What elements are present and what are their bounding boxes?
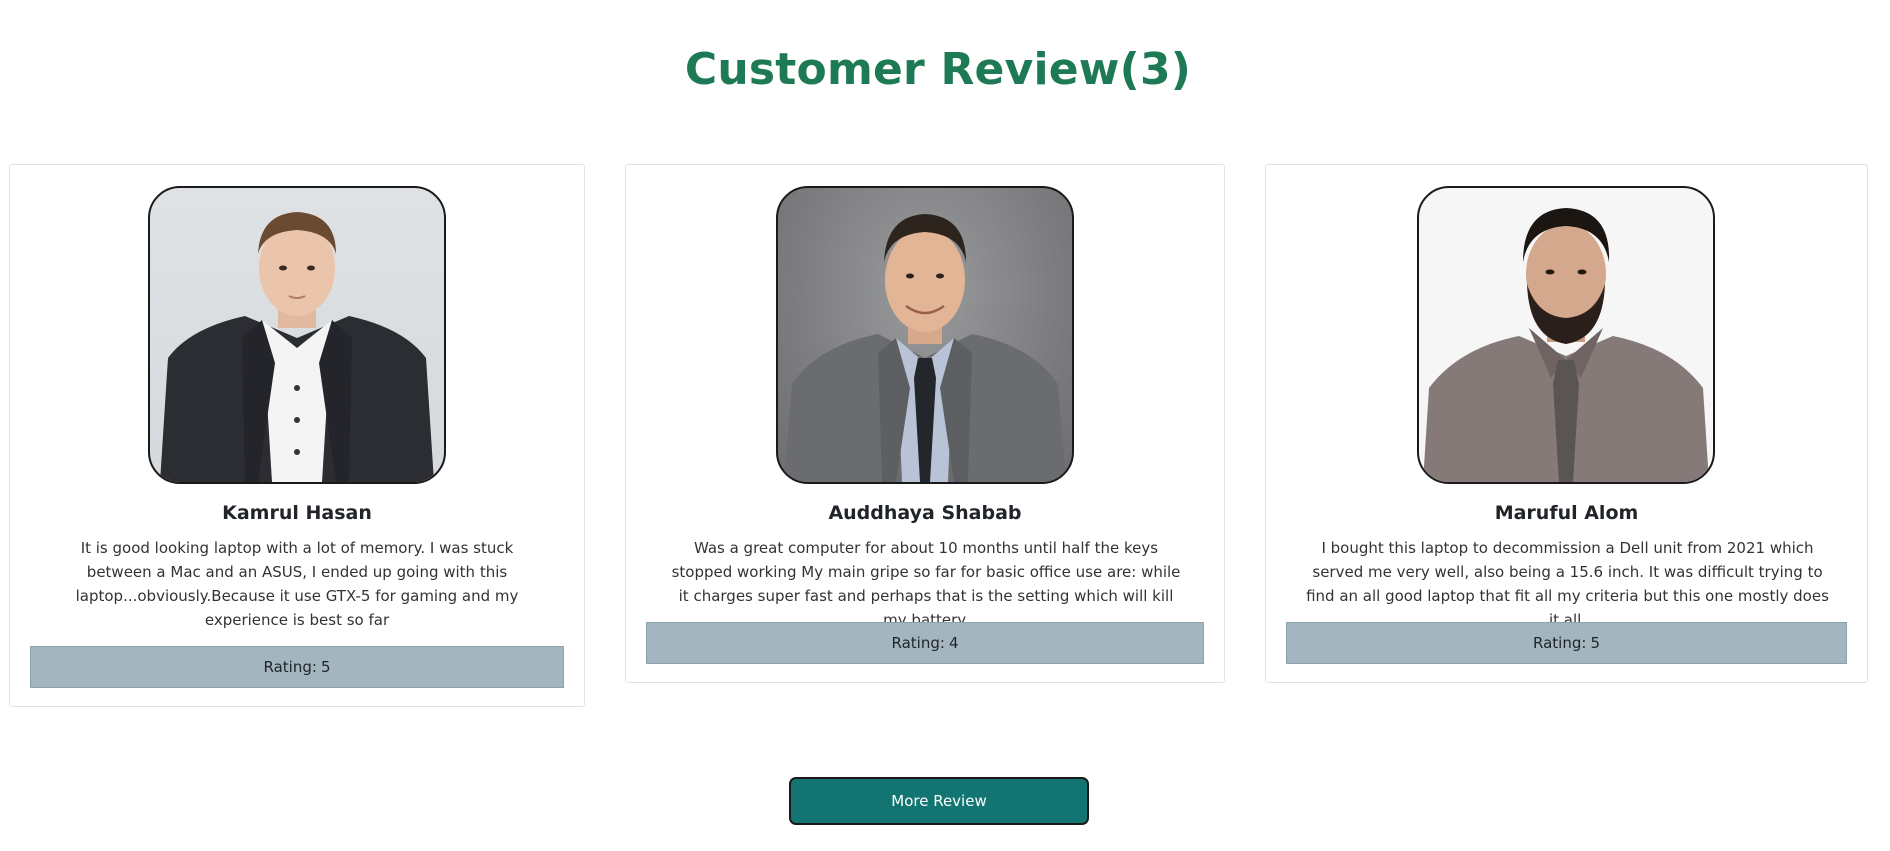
reviewer-photo: [148, 186, 446, 484]
review-text: It is good looking laptop with a lot of …: [75, 539, 519, 629]
rating-value: 5: [1590, 634, 1600, 652]
reviewer-name: Kamrul Hasan: [222, 502, 372, 524]
rating-bar: Rating: 5: [30, 646, 564, 688]
reviewer-name: Auddhaya Shabab: [828, 502, 1022, 524]
rating-label: Rating:: [263, 658, 317, 676]
review-text: Was a great computer for about 10 months…: [671, 539, 1181, 629]
reviewer-photo: [1417, 186, 1715, 484]
section-title: Customer Review(3): [684, 44, 1192, 95]
customer-review-section: Customer Review(3) Kamrul Hasan It is go…: [0, 0, 1890, 851]
review-card: Kamrul Hasan It is good looking laptop w…: [9, 164, 585, 707]
rating-value: 4: [948, 634, 959, 652]
more-review-button[interactable]: More Review: [789, 777, 1089, 825]
rating-label: Rating:: [1533, 634, 1587, 652]
reviewer-name: Maruful Alom: [1494, 502, 1639, 524]
review-card: Auddhaya Shabab Was a great computer for…: [625, 164, 1225, 683]
reviewer-photo: [776, 186, 1074, 484]
rating-value: 5: [320, 658, 331, 676]
rating-bar: Rating: 5: [1286, 622, 1847, 664]
review-card: Maruful Alom I bought this laptop to dec…: [1265, 164, 1868, 683]
rating-bar: Rating: 4: [646, 622, 1204, 664]
rating-label: Rating:: [891, 634, 945, 652]
review-text: I bought this laptop to decommission a D…: [1306, 539, 1829, 629]
